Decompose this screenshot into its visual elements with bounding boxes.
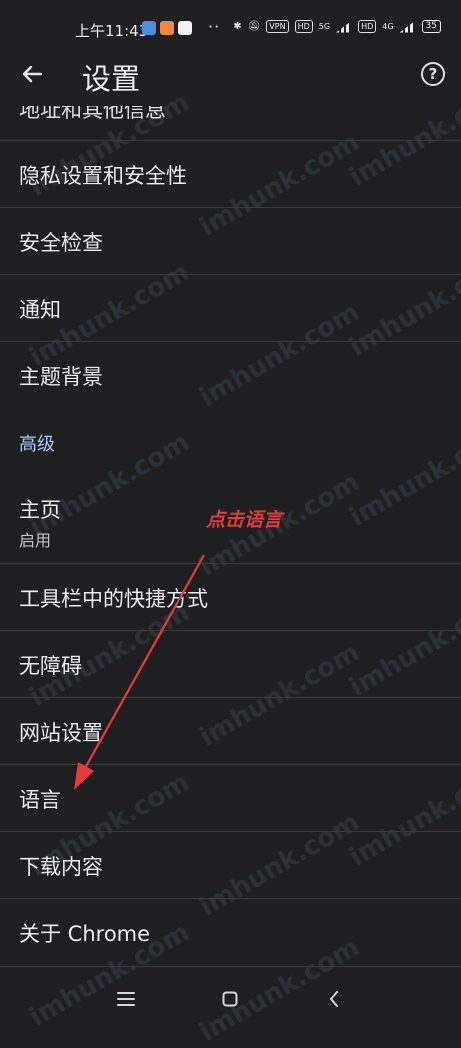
settings-item-label: 安全检查 [19, 231, 103, 255]
system-nav-bar [0, 972, 461, 1024]
settings-item-about-chrome[interactable]: 关于 Chrome [0, 899, 461, 967]
settings-item-safety-check[interactable]: 安全检查 [0, 208, 461, 275]
home-icon[interactable] [215, 984, 245, 1014]
hd-icon: HD [294, 20, 313, 33]
settings-item-label: 主页 [19, 498, 61, 522]
settings-item-label: 关于 Chrome [19, 922, 151, 946]
vpn-icon: VPN [266, 20, 289, 33]
section-header-advanced: 高级 [0, 408, 461, 474]
notification-icons [142, 21, 192, 35]
app-notification-icon [142, 21, 156, 35]
back-arrow-icon[interactable] [14, 56, 50, 92]
settings-item-label: 隐私设置和安全性 [19, 164, 187, 188]
status-time: 上午11:43 [75, 22, 149, 40]
help-icon[interactable]: ? [421, 62, 445, 86]
settings-list: 地址和其他信息 隐私设置和安全性 安全检查 通知 主题背景 高级 主页 启用 工… [0, 106, 461, 967]
app-notification-icon [160, 21, 174, 35]
settings-item-accessibility[interactable]: 无障碍 [0, 631, 461, 698]
settings-item-theme[interactable]: 主题背景 [0, 342, 461, 408]
menu-icon[interactable] [111, 984, 141, 1014]
nav-back-icon[interactable] [319, 984, 349, 1014]
section-header-label: 高级 [19, 434, 55, 455]
settings-item-site-settings[interactable]: 网站设置 [0, 698, 461, 765]
bluetooth-icon: ✱ [233, 21, 242, 32]
settings-item-label: 通知 [19, 298, 61, 322]
settings-item-address[interactable]: 地址和其他信息 [0, 106, 461, 141]
settings-item-label: 地址和其他信息 [19, 106, 166, 122]
hamburger-icon [117, 992, 135, 1006]
settings-item-languages[interactable]: 语言 [0, 765, 461, 832]
page-title: 设置 [82, 62, 141, 96]
status-bar: 上午11:43 ·· ✱ 🔕︎ VPN HD 5G HD 4G 35 [0, 0, 461, 44]
network-type-label: 5G [318, 22, 331, 31]
network-type-label: 4G [382, 22, 394, 31]
settings-item-summary: 启用 [19, 531, 52, 550]
settings-item-label: 无障碍 [19, 654, 82, 678]
signal-icon [399, 20, 416, 33]
settings-item-notifications[interactable]: 通知 [0, 275, 461, 342]
settings-item-downloads[interactable]: 下载内容 [0, 832, 461, 899]
hd-icon: HD [358, 20, 377, 33]
app-bar: 设置 ? [0, 44, 461, 106]
settings-item-label: 主题背景 [19, 365, 103, 389]
battery-icon: 35 [421, 20, 441, 33]
mute-icon: 🔕︎ [247, 21, 261, 32]
app-notification-icon [178, 21, 192, 35]
settings-item-label: 网站设置 [19, 721, 103, 745]
signal-icon [336, 20, 353, 33]
settings-item-label: 工具栏中的快捷方式 [19, 587, 208, 611]
square-icon [222, 991, 238, 1007]
status-indicators: ✱ 🔕︎ VPN HD 5G HD 4G 35 [233, 20, 441, 33]
annotation-label: 点击语言 [206, 509, 283, 531]
settings-item-label: 下载内容 [19, 855, 103, 879]
more-notifications-icon: ·· [208, 17, 221, 36]
settings-item-privacy[interactable]: 隐私设置和安全性 [0, 141, 461, 208]
arrow-left-icon [22, 65, 43, 83]
chevron-left-icon [330, 991, 338, 1007]
settings-item-label: 语言 [19, 788, 61, 812]
settings-item-toolbar-shortcut[interactable]: 工具栏中的快捷方式 [0, 564, 461, 631]
